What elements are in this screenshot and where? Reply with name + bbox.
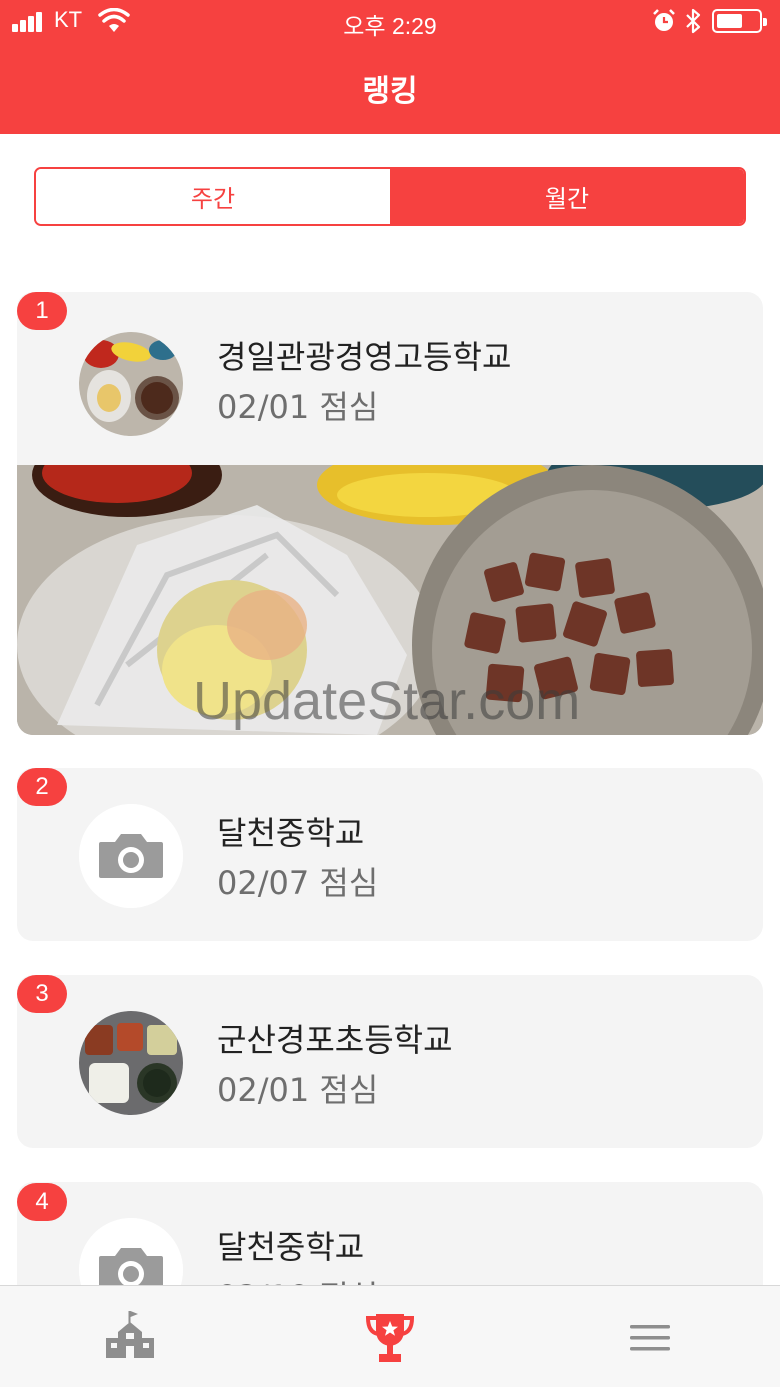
tab-bar [0,1285,780,1387]
meal-date: 02/10 점심 [217,1272,378,1285]
school-icon[interactable] [100,1308,160,1368]
meal-date: 02/01 점심 [217,388,379,426]
meal-date: 02/07 점심 [217,864,379,902]
school-name: 군산경포초등학교 [217,1021,453,1059]
rank-badge: 2 [17,768,67,806]
rank-badge: 1 [17,292,67,330]
rank-badge: 3 [17,975,67,1013]
school-name: 경일관광경영고등학교 [217,338,512,376]
meal-photo: UpdateStar.com [17,465,763,735]
school-name: 달천중학교 [217,1228,365,1266]
school-name: 달천중학교 [217,814,365,852]
menu-icon[interactable] [620,1308,680,1368]
trophy-icon[interactable] [360,1308,420,1368]
meal-thumbnail [79,1011,183,1115]
ranking-card-2[interactable]: 달천중학교 02/07 점심 [17,768,763,941]
ranking-list: 경일관광경영고등학교 02/01 점심 UpdateStar.com 1 달천중… [0,0,780,1285]
ranking-card-3[interactable]: 군산경포초등학교 02/01 점심 [17,975,763,1148]
camera-icon [79,804,183,908]
meal-date: 02/01 점심 [217,1071,379,1109]
ranking-card-1[interactable]: 경일관광경영고등학교 02/01 점심 UpdateStar.com [17,292,763,735]
watermark-text: UpdateStar.com [193,671,581,731]
ranking-card-4[interactable]: 달천중학교 02/10 점심 [17,1182,763,1285]
meal-thumbnail [79,332,183,436]
camera-icon [79,1218,183,1285]
rank-badge: 4 [17,1183,67,1221]
